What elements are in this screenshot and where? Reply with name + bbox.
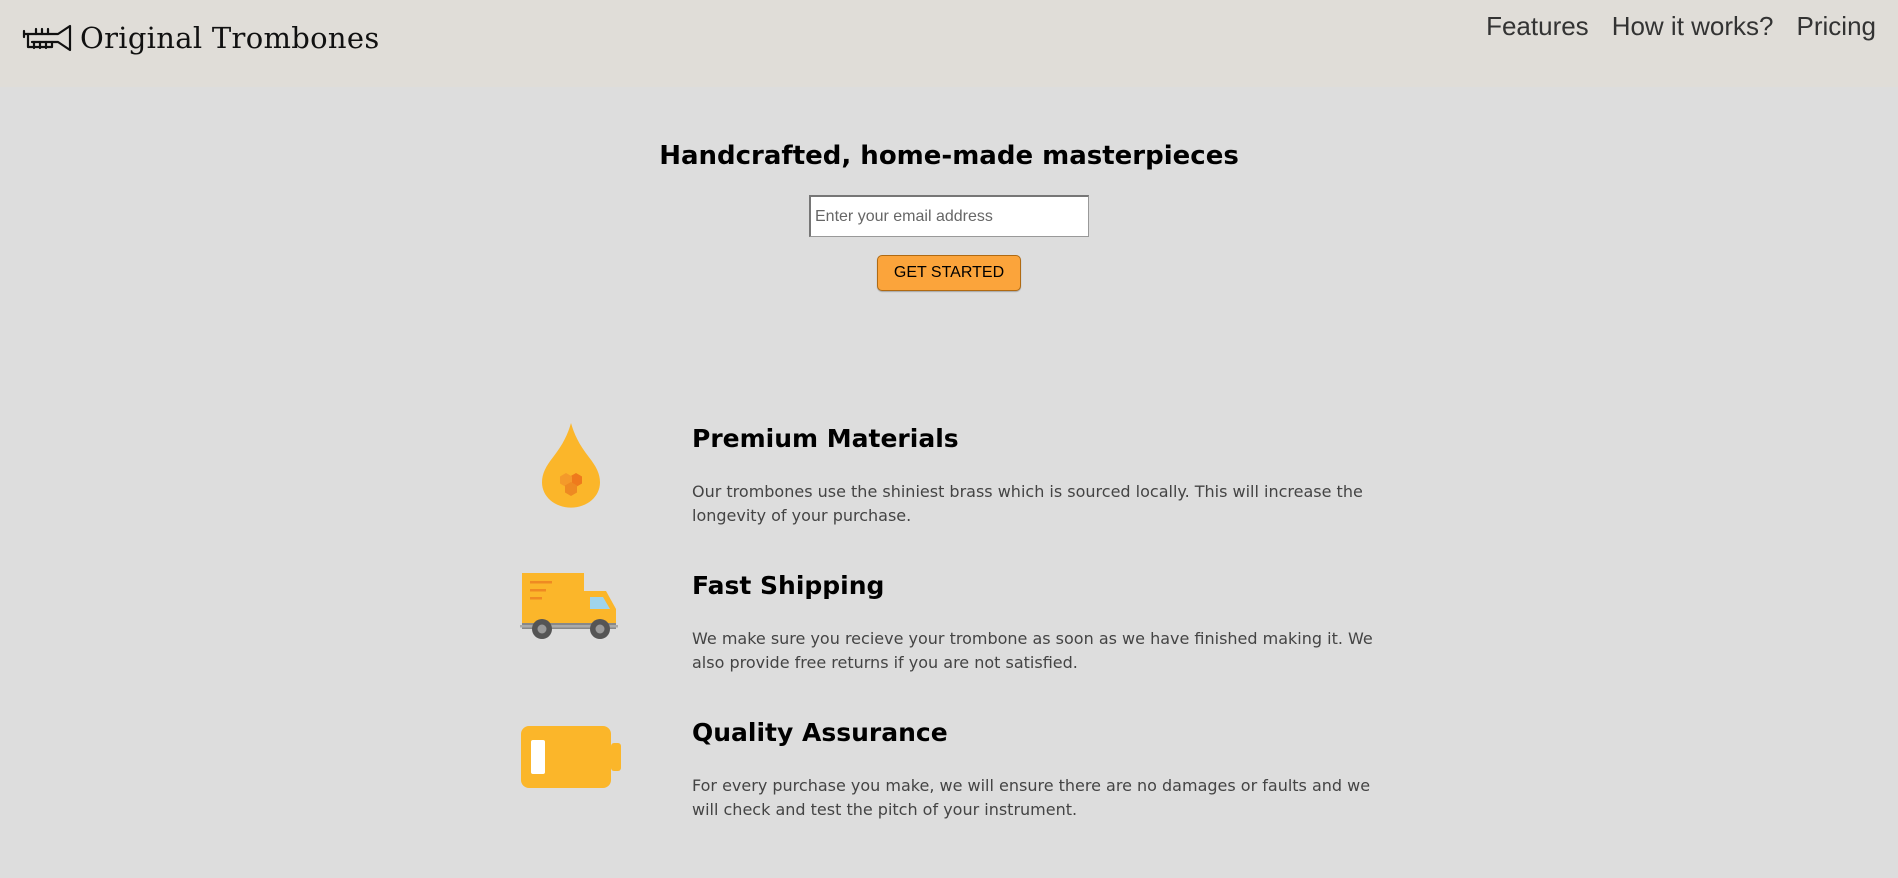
feature-description: We make sure you recieve your trombone a… xyxy=(692,629,1373,672)
nav-link-pricing[interactable]: Pricing xyxy=(1797,11,1876,42)
brand[interactable]: Original Trombones xyxy=(22,18,380,58)
feature-title: Premium Materials xyxy=(692,424,959,453)
site-header: Original Trombones Features How it works… xyxy=(0,0,1898,87)
nav-link-features[interactable]: Features xyxy=(1486,11,1589,42)
main-nav: Features How it works? Pricing xyxy=(1463,11,1876,42)
brand-name: Original Trombones xyxy=(80,21,380,55)
feature-description: For every purchase you make, we will ens… xyxy=(692,776,1371,819)
email-input[interactable] xyxy=(809,195,1089,237)
trumpet-icon xyxy=(22,24,72,52)
get-started-button[interactable]: GET STARTED xyxy=(877,255,1021,291)
hero-title: Handcrafted, home-made masterpieces xyxy=(659,141,1239,171)
feature-title: Quality Assurance xyxy=(692,718,948,747)
battery-icon xyxy=(521,726,621,788)
feature-description: Our trombones use the shiniest brass whi… xyxy=(692,482,1363,525)
truck-icon xyxy=(520,573,618,639)
nav-link-how-it-works[interactable]: How it works? xyxy=(1612,11,1774,42)
feature-title: Fast Shipping xyxy=(692,571,885,600)
droplet-icon xyxy=(542,423,600,508)
